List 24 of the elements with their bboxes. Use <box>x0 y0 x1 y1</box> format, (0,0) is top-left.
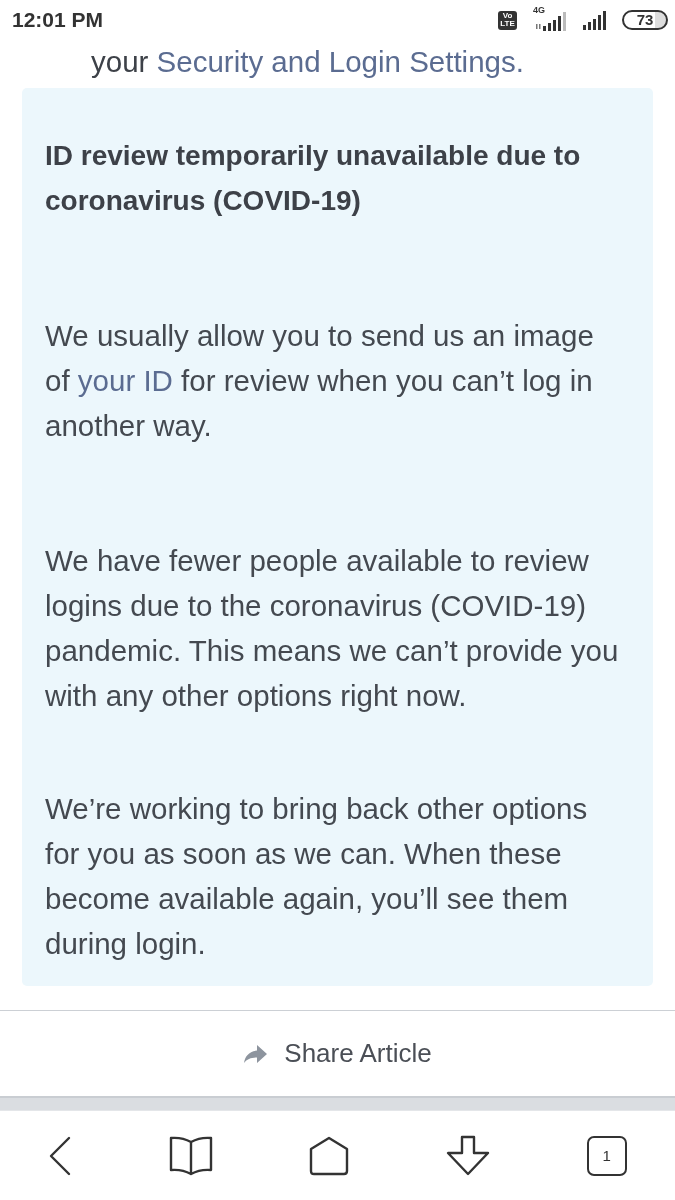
battery-indicator: 73 <box>622 10 668 30</box>
signal-strength-icon <box>535 12 566 31</box>
tabs-count-button[interactable]: 1 <box>586 1135 627 1176</box>
volte-indicator: Vo LTE <box>498 10 517 30</box>
notice-paragraph: We usually allow you to send us an image of your ID for review when you can’t log in another way. <box>45 318 595 444</box>
back-chevron-icon <box>48 1135 73 1176</box>
settings-sentence: your Security and Login Settings. <box>90 44 525 80</box>
notice-title: ID review temporarily unavailable due to coronavirus (COVID-19) <box>45 139 582 218</box>
signal-strength-icon <box>583 10 606 30</box>
notice-paragraph: We’re working to bring back other options for you as soon as we can. When these become available again, you’ll see them during login. <box>45 791 589 962</box>
down-arrow-icon <box>446 1135 491 1176</box>
network-type-label: 4G <box>533 5 545 15</box>
bookmarks-button[interactable] <box>168 1134 213 1177</box>
home-icon <box>309 1135 350 1176</box>
open-book-icon <box>168 1134 213 1177</box>
clock-time: 12:01 PM <box>12 7 104 34</box>
download-button[interactable] <box>446 1135 491 1176</box>
home-button[interactable] <box>309 1135 350 1176</box>
back-button[interactable] <box>48 1135 73 1176</box>
security-settings-link[interactable]: Security and Login Settings. <box>156 45 524 78</box>
share-article-button[interactable]: Share Article <box>235 1030 440 1077</box>
share-arrow-icon <box>243 1043 269 1064</box>
your-id-link[interactable]: your ID <box>77 364 173 397</box>
notice-paragraph: We have fewer people available to review logins due to the coronavirus (COVID-19) pandemic. This means we can’t provide you with any other options right now. <box>45 543 620 714</box>
